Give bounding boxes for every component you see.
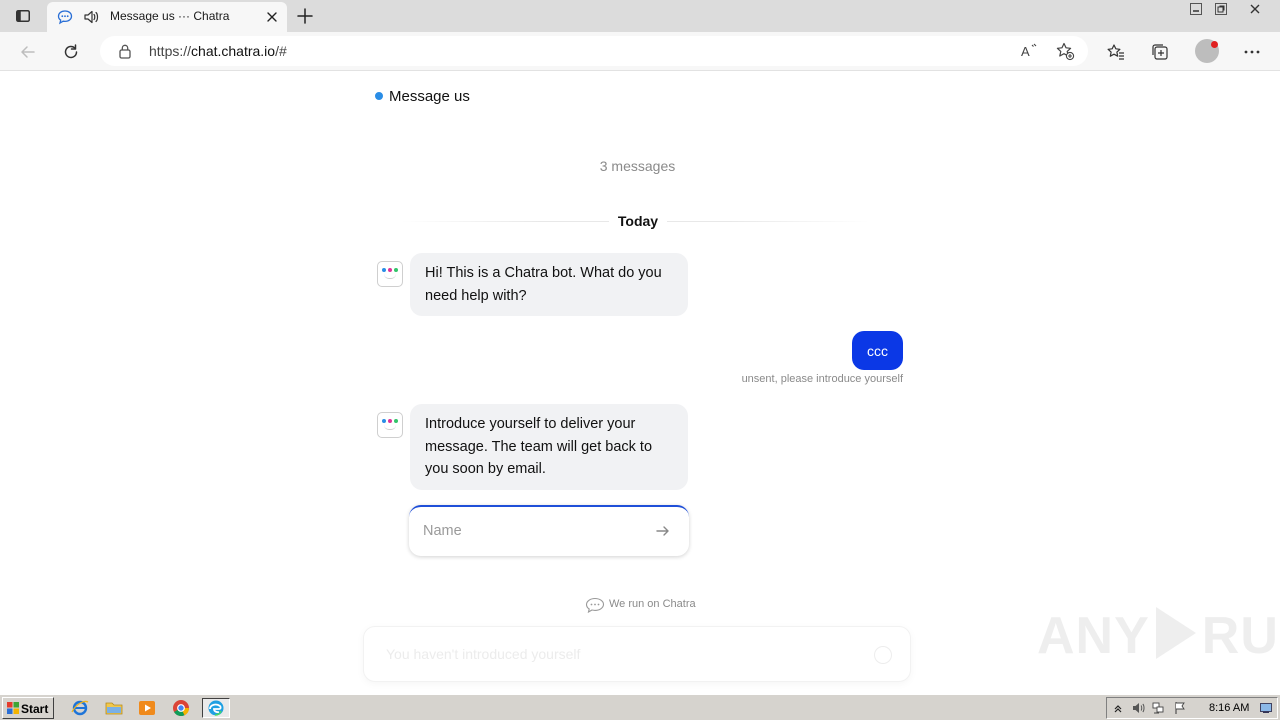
- more-button[interactable]: [1239, 39, 1265, 65]
- windows-logo-icon: [7, 702, 19, 714]
- name-input[interactable]: [423, 519, 643, 543]
- tab-actions-icon: [16, 10, 30, 22]
- restore-button[interactable]: [1208, 0, 1234, 18]
- screen: Message us ··· Chatra https://chat.chatr…: [0, 0, 1280, 720]
- refresh-button[interactable]: [58, 39, 84, 65]
- browser-tab-strip: Message us ··· Chatra: [0, 0, 1280, 32]
- svg-text:A: A: [1021, 44, 1030, 59]
- send-arrow-icon[interactable]: [655, 523, 671, 539]
- show-hidden-icons-icon[interactable]: [1111, 701, 1125, 715]
- bot-avatar-icon: [377, 412, 403, 438]
- chat-page: Message us 3 messages Today Hi! This is …: [0, 71, 1280, 691]
- address-url: https://chat.chatra.io/#: [149, 43, 287, 59]
- lock-icon[interactable]: [118, 43, 132, 59]
- window-close-icon: [1250, 4, 1260, 14]
- url-host: chat.chatra.io: [191, 43, 276, 59]
- message-status: unsent, please introduce yourself: [741, 373, 903, 385]
- ie-icon[interactable]: [69, 698, 91, 718]
- minimize-button[interactable]: [1183, 0, 1209, 18]
- profile-avatar-icon[interactable]: [1195, 39, 1219, 63]
- refresh-icon: [64, 44, 78, 59]
- chat-header-title: Message us: [389, 88, 470, 105]
- watermark-right: RUN: [1201, 607, 1280, 665]
- browser-tab-active[interactable]: Message us ··· Chatra: [47, 2, 287, 32]
- message-bubble-bot: Hi! This is a Chatra bot. What do you ne…: [410, 253, 688, 316]
- collections-button[interactable]: [1147, 39, 1173, 65]
- read-aloud-icon[interactable]: A: [1019, 41, 1039, 61]
- powered-by-text: We run on Chatra: [609, 598, 696, 610]
- plus-icon[interactable]: [294, 5, 316, 27]
- restore-icon: [1215, 3, 1227, 15]
- back-arrow-icon: [21, 46, 35, 58]
- tab-title: Message us ··· Chatra: [110, 9, 230, 23]
- folder-icon[interactable]: [103, 698, 125, 718]
- chrome-icon[interactable]: [170, 698, 192, 718]
- message-count: 3 messages: [599, 158, 676, 174]
- taskbar-clock: 8:16 AM: [1209, 702, 1250, 714]
- close-icon[interactable]: [263, 8, 281, 26]
- day-divider-label: Today: [609, 213, 667, 229]
- online-status-dot: [375, 92, 383, 100]
- message-composer[interactable]: You haven't introduced yourself: [363, 626, 911, 682]
- network-icon[interactable]: [1151, 701, 1165, 715]
- back-button[interactable]: [15, 39, 41, 65]
- emoji-icon[interactable]: [874, 646, 892, 664]
- edge-taskbar-button[interactable]: [202, 698, 230, 718]
- start-button[interactable]: Start: [2, 697, 54, 719]
- chat-favicon-icon: [57, 10, 73, 25]
- watermark-left: ANY: [1037, 607, 1150, 665]
- watermark: ANY RUN: [1037, 606, 1280, 666]
- show-desktop-icon[interactable]: [1259, 701, 1273, 715]
- url-scheme: https://: [149, 43, 192, 59]
- taskbar: Start 8:16 AM: [0, 694, 1280, 720]
- url-path: /#: [275, 43, 287, 59]
- media-player-icon[interactable]: [136, 698, 158, 718]
- chat-bubble-icon: [585, 597, 605, 613]
- action-center-flag-icon[interactable]: [1173, 701, 1187, 715]
- volume-icon[interactable]: [1131, 701, 1145, 715]
- play-icon: [1155, 607, 1196, 659]
- collections-icon: [1152, 44, 1168, 60]
- add-favorite-icon[interactable]: [1055, 41, 1075, 61]
- minimize-icon: [1190, 3, 1202, 15]
- composer-placeholder: You haven't introduced yourself: [386, 646, 581, 662]
- system-tray: 8:16 AM: [1106, 697, 1278, 719]
- speaker-icon[interactable]: [83, 9, 99, 25]
- edge-icon: [208, 700, 224, 716]
- favorites-button[interactable]: [1103, 39, 1129, 65]
- address-bar[interactable]: https://chat.chatra.io/# A: [100, 36, 1088, 66]
- start-label: Start: [21, 702, 49, 716]
- message-bubble-bot: Introduce yourself to deliver your messa…: [410, 404, 688, 490]
- name-form: [409, 505, 689, 556]
- message-bubble-user: ccc: [852, 331, 903, 370]
- more-icon: [1244, 50, 1260, 54]
- bot-avatar-icon: [377, 261, 403, 287]
- browser-toolbar: https://chat.chatra.io/# A: [0, 32, 1280, 71]
- window-close-button[interactable]: [1242, 0, 1268, 18]
- notification-dot: [1211, 41, 1218, 48]
- favorites-icon: [1107, 44, 1124, 60]
- tab-actions-button[interactable]: [8, 5, 38, 27]
